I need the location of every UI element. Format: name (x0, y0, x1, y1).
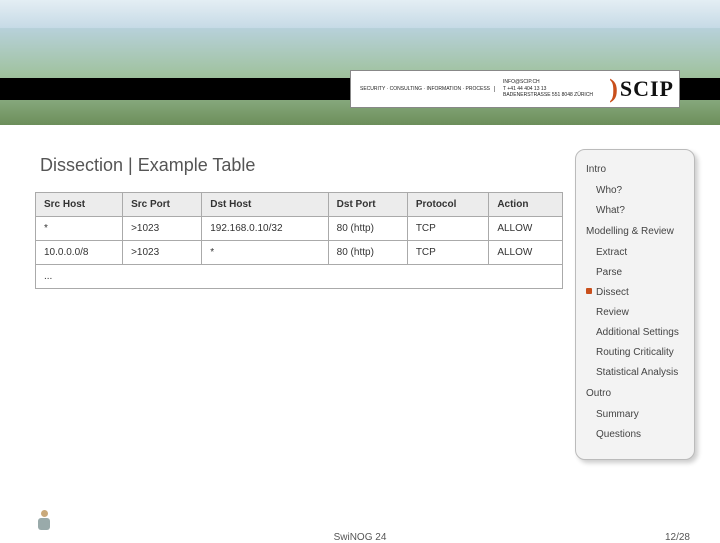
cell: ALLOW (489, 217, 563, 241)
col-src-port: Src Port (123, 193, 202, 217)
cell: 10.0.0.0/8 (36, 241, 123, 265)
banner-gap (0, 125, 720, 147)
col-protocol: Protocol (407, 193, 489, 217)
col-action: Action (489, 193, 563, 217)
slide-title: Dissection | Example Table (40, 155, 563, 176)
table-ellipsis-row: ... (36, 265, 563, 289)
nav-dissect[interactable]: Dissect (596, 283, 684, 302)
logo-address: BADENERSTRASSE 551 8048 ZÜRICH (499, 92, 597, 99)
cell: 192.168.0.10/32 (202, 217, 328, 241)
nav-intro[interactable]: Intro (586, 160, 684, 179)
col-dst-port: Dst Port (328, 193, 407, 217)
outline-sidebar: Intro Who? What? Modelling & Review Extr… (575, 149, 695, 460)
nav-modelling[interactable]: Modelling & Review (586, 222, 684, 241)
col-src-host: Src Host (36, 193, 123, 217)
nav-parse[interactable]: Parse (596, 263, 684, 282)
presenter-icon (35, 510, 53, 532)
cell: * (36, 217, 123, 241)
col-dst-host: Dst Host (202, 193, 328, 217)
logo-tagline-1: SECURITY · CONSULTING · INFORMATION · PR… (356, 86, 495, 93)
example-table: Src Host Src Port Dst Host Dst Port Prot… (35, 192, 563, 289)
cell: ALLOW (489, 241, 563, 265)
page-number: 12/28 (665, 532, 690, 543)
cell: TCP (407, 217, 489, 241)
cell: 80 (http) (328, 217, 407, 241)
footer-event: SwiNOG 24 (334, 532, 387, 543)
cell: TCP (407, 241, 489, 265)
nav-summary[interactable]: Summary (596, 405, 684, 424)
banner-sky (0, 0, 720, 28)
nav-extract[interactable]: Extract (596, 243, 684, 262)
cell: >1023 (123, 241, 202, 265)
scip-logo: SCIP (609, 74, 674, 104)
cell: >1023 (123, 217, 202, 241)
nav-routing[interactable]: Routing Criticality (596, 343, 684, 362)
slide-content: Dissection | Example Table Src Host Src … (35, 147, 563, 460)
logo-bar: SECURITY · CONSULTING · INFORMATION · PR… (350, 70, 680, 108)
header-banner: SECURITY · CONSULTING · INFORMATION · PR… (0, 0, 720, 125)
table-row: 10.0.0.0/8 >1023 * 80 (http) TCP ALLOW (36, 241, 563, 265)
nav-outro[interactable]: Outro (586, 384, 684, 403)
nav-additional[interactable]: Additional Settings (596, 323, 684, 342)
cell: * (202, 241, 328, 265)
cell: 80 (http) (328, 241, 407, 265)
nav-who[interactable]: Who? (596, 181, 684, 200)
nav-questions[interactable]: Questions (596, 425, 684, 444)
nav-review[interactable]: Review (596, 303, 684, 322)
nav-statistical[interactable]: Statistical Analysis (596, 363, 684, 382)
ellipsis-cell: ... (36, 265, 563, 289)
table-header-row: Src Host Src Port Dst Host Dst Port Prot… (36, 193, 563, 217)
table-row: * >1023 192.168.0.10/32 80 (http) TCP AL… (36, 217, 563, 241)
nav-what[interactable]: What? (596, 201, 684, 220)
